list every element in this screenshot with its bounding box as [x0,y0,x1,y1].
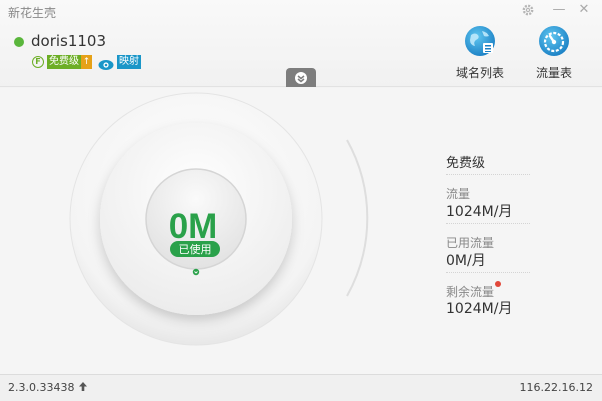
close-button[interactable]: ✕ [575,2,593,18]
window-title: 新花生壳 [8,6,57,20]
gear-icon[interactable] [519,2,537,18]
used-traffic-stat: 0M/月 [446,253,486,269]
used-traffic-label: 已用流量 [446,236,495,250]
used-traffic-value: 0M [169,207,218,246]
traffic-value: 1024M/月 [446,204,513,220]
traffic-label: 流量 [446,187,471,201]
version-info: 2.3.0.33438 [8,381,88,394]
double-chevron-down-icon [295,72,307,84]
eye-icon [98,56,114,70]
free-level-badge[interactable]: 免费级 [47,55,81,69]
ip-address: 116.22.16.12 [519,381,593,394]
username: doris1103 [31,32,107,50]
divider [446,223,530,224]
speedometer-icon [539,26,569,56]
traffic-table-button[interactable]: 流量表 [519,24,589,81]
minimize-button[interactable]: — [550,2,568,18]
domain-list-button[interactable]: 域名列表 [445,24,515,81]
gauge-indicator-dot [192,268,200,276]
version-number: 2.3.0.33438 [8,381,75,394]
traffic-gauge: 0M 已使用 [69,92,369,346]
status-bar: 2.3.0.33438 116.22.16.12 [0,374,602,401]
traffic-table-label: 流量表 [535,66,572,80]
account-level: 免费级 [446,156,486,171]
divider [446,272,530,273]
globe-icon [465,26,495,56]
alert-dot-icon [495,281,501,287]
f-level-icon: F [32,56,44,68]
divider [446,174,530,175]
domain-list-label: 域名列表 [455,66,504,80]
remaining-traffic-value: 1024M/月 [446,301,513,317]
upgrade-icon[interactable]: ↑ [81,55,92,69]
online-status-dot [14,37,24,47]
header: 新花生壳 — ✕ doris1103 F 免费级 ↑ 映射 域名列表 流量表 [0,0,602,87]
upgrade-arrow-icon[interactable] [78,381,88,394]
used-label: 已使用 [179,243,212,256]
collapse-toggle-button[interactable] [286,68,316,87]
mapping-badge[interactable]: 映射 [117,55,141,69]
main-panel: 0M 已使用 免费级 流量 1024M/月 已用流量 0M/月 剩余流量 102… [0,88,602,374]
